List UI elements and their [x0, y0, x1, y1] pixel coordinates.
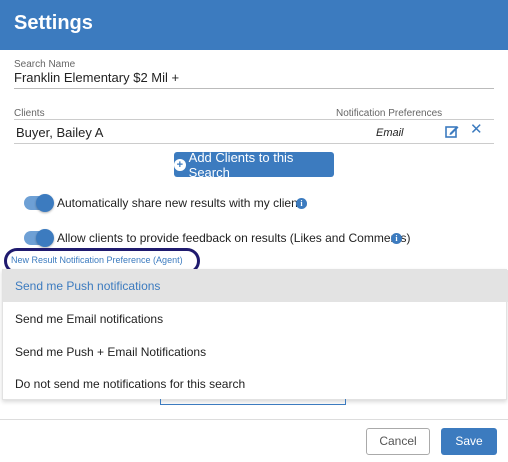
clients-label: Clients	[14, 108, 45, 119]
notification-preference-dropdown: Send me Push notifications Send me Email…	[2, 269, 508, 400]
info-icon[interactable]: i	[391, 233, 402, 244]
agent-pref-label: New Result Notification Preference (Agen…	[11, 255, 183, 265]
auto-share-label: Automatically share new results with my …	[57, 196, 308, 210]
dropdown-option-push[interactable]: Send me Push notifications	[3, 270, 508, 302]
client-name: Buyer, Bailey A	[16, 125, 104, 140]
plus-circle-icon: +	[174, 158, 186, 171]
client-notification-preference: Email	[376, 127, 404, 139]
remove-client-icon[interactable]: ✕	[470, 121, 483, 139]
search-name-label: Search Name	[14, 59, 76, 70]
client-feedback-toggle[interactable]	[24, 229, 54, 247]
client-row-divider	[14, 143, 494, 144]
notification-preferences-label: Notification Preferences	[336, 108, 443, 119]
page-title: Settings	[14, 12, 93, 34]
toggle-knob	[36, 194, 54, 212]
agent-pref-select-edge[interactable]	[160, 399, 346, 405]
client-feedback-label: Allow clients to provide feedback on res…	[57, 231, 411, 245]
search-name-input[interactable]: Franklin Elementary $2 Mil +	[14, 70, 179, 85]
clients-divider	[14, 119, 494, 120]
info-icon[interactable]: i	[296, 198, 307, 209]
dropdown-option-none[interactable]: Do not send me notifications for this se…	[3, 368, 508, 400]
footer-divider	[0, 419, 508, 420]
toggle-knob	[36, 229, 54, 247]
dropdown-option-email[interactable]: Send me Email notifications	[3, 303, 508, 335]
dropdown-option-push-email[interactable]: Send me Push + Email Notifications	[3, 336, 508, 368]
settings-header: Settings	[0, 0, 508, 50]
add-clients-button[interactable]: + Add Clients to this Search	[174, 149, 334, 180]
add-clients-label: Add Clients to this Search	[188, 149, 294, 180]
edit-icon[interactable]	[445, 124, 459, 138]
save-button[interactable]: Save	[441, 428, 497, 455]
cancel-button[interactable]: Cancel	[366, 428, 430, 455]
auto-share-toggle[interactable]	[24, 194, 54, 212]
search-name-underline	[14, 88, 494, 89]
